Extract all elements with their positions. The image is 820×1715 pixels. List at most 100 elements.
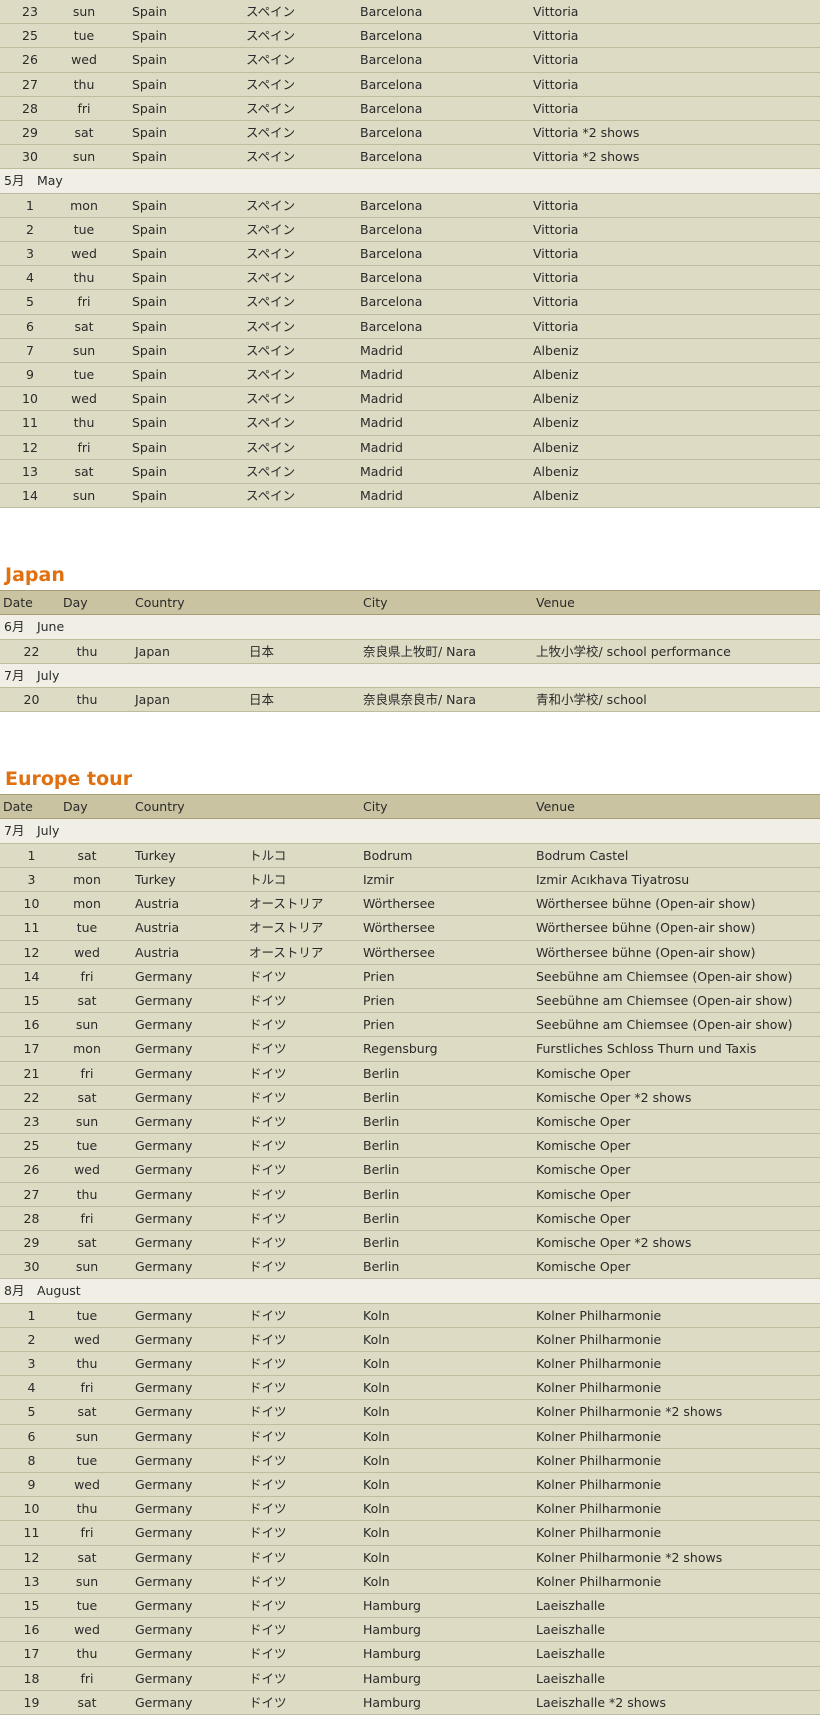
header-day: Day bbox=[63, 794, 111, 820]
table-header-row: Date Day Country City Venue bbox=[0, 590, 820, 616]
month-row: 8月 August bbox=[0, 1278, 820, 1304]
date-cell: 29 bbox=[0, 1230, 63, 1256]
city-cell: Koln bbox=[363, 1448, 536, 1473]
table-row: 12 sat Germany ドイツ Koln Kolner Philharmonie *… bbox=[0, 1545, 820, 1570]
city-cell: Bodrum bbox=[363, 843, 536, 868]
date-cell: 14 bbox=[0, 964, 63, 989]
city-cell: Barcelona bbox=[360, 96, 533, 122]
day-cell: thu bbox=[63, 1182, 111, 1207]
date-cell: 17 bbox=[0, 1036, 63, 1062]
date-cell: 23 bbox=[0, 1109, 63, 1135]
date-cell: 4 bbox=[0, 265, 60, 291]
day-cell: tue bbox=[63, 915, 111, 941]
month-label: 5月 May bbox=[0, 168, 820, 194]
city-cell: Barcelona bbox=[360, 23, 533, 49]
country-cell: Spain bbox=[108, 47, 246, 73]
country-cell: Spain bbox=[108, 410, 246, 436]
date-cell: 11 bbox=[0, 410, 60, 436]
country-cell: Germany bbox=[111, 1254, 249, 1280]
date-cell: 11 bbox=[0, 1520, 63, 1546]
section-title: Europe tour bbox=[5, 768, 133, 791]
venue-cell: Izmir Acıkhava Tiyatrosu bbox=[536, 867, 820, 893]
table-row: 2 tue Spain スペイン Barcelona Vittoria bbox=[0, 217, 820, 243]
country-cell: Spain bbox=[108, 435, 246, 460]
date-cell: 15 bbox=[0, 1593, 63, 1619]
city-cell: Koln bbox=[363, 1303, 536, 1328]
country-cell: Germany bbox=[111, 1157, 249, 1183]
venue-cell: Komische Oper *2 shows bbox=[536, 1230, 820, 1256]
venue-cell: Komische Oper bbox=[536, 1206, 820, 1231]
day-cell: sun bbox=[63, 1424, 111, 1449]
country-jp-cell: スペイン bbox=[246, 289, 360, 315]
city-cell: Barcelona bbox=[360, 0, 533, 25]
country-cell: Germany bbox=[111, 1472, 249, 1498]
venue-cell: Kolner Philharmonie bbox=[536, 1520, 820, 1546]
city-cell: Barcelona bbox=[360, 217, 533, 243]
date-cell: 22 bbox=[0, 1085, 63, 1110]
country-cell: Germany bbox=[111, 1520, 249, 1546]
city-cell: Berlin bbox=[363, 1254, 536, 1280]
venue-cell: Vittoria bbox=[533, 241, 820, 267]
table-row: 13 sat Spain スペイン Madrid Albeniz bbox=[0, 459, 820, 485]
venue-cell: Vittoria *2 shows bbox=[533, 144, 820, 170]
table-row: 22 thu Japan 日本 奈良県上牧町/ Nara 上牧小学校/ school pe… bbox=[0, 639, 820, 664]
city-cell: Izmir bbox=[363, 867, 536, 893]
date-cell: 3 bbox=[0, 1351, 63, 1377]
date-cell: 3 bbox=[0, 241, 60, 267]
day-cell: sat bbox=[60, 314, 108, 339]
day-cell: sun bbox=[63, 1109, 111, 1135]
city-cell: Koln bbox=[363, 1545, 536, 1570]
venue-cell: Kolner Philharmonie bbox=[536, 1472, 820, 1498]
country-cell: Spain bbox=[108, 314, 246, 339]
city-cell: Wörthersee bbox=[363, 915, 536, 941]
schedule-table: Date Day Country City Venue 6月 June 22 thu Japan… bbox=[0, 590, 820, 713]
day-cell: wed bbox=[63, 1327, 111, 1352]
date-cell: 23 bbox=[0, 0, 60, 25]
date-cell: 13 bbox=[0, 1569, 63, 1594]
date-cell: 26 bbox=[0, 47, 60, 73]
month-row: 6月 June bbox=[0, 614, 820, 640]
date-cell: 16 bbox=[0, 1617, 63, 1643]
city-cell: Barcelona bbox=[360, 241, 533, 267]
venue-cell: Vittoria bbox=[533, 289, 820, 315]
venue-cell: Albeniz bbox=[533, 483, 820, 509]
city-cell: 奈良県奈良市/ Nara bbox=[363, 687, 536, 713]
day-cell: sat bbox=[63, 843, 111, 868]
date-cell: 5 bbox=[0, 289, 60, 315]
table-row: 10 thu Germany ドイツ Koln Kolner Philharmonie bbox=[0, 1496, 820, 1522]
country-jp-cell: ドイツ bbox=[249, 1617, 363, 1643]
city-cell: Hamburg bbox=[363, 1666, 536, 1691]
date-cell: 5 bbox=[0, 1399, 63, 1425]
city-cell: Berlin bbox=[363, 1157, 536, 1183]
day-cell: thu bbox=[63, 687, 111, 713]
country-cell: Germany bbox=[111, 1545, 249, 1570]
table-row: 11 tue Austria オーストリア Wörthersee Wörthersee b… bbox=[0, 915, 820, 941]
venue-cell: Komische Oper bbox=[536, 1109, 820, 1135]
date-cell: 1 bbox=[0, 843, 63, 868]
table-row: 29 sat Germany ドイツ Berlin Komische Oper *2 sh… bbox=[0, 1230, 820, 1256]
date-cell: 20 bbox=[0, 687, 63, 713]
date-cell: 30 bbox=[0, 144, 60, 170]
date-cell: 18 bbox=[0, 1666, 63, 1691]
table-row: 27 thu Germany ドイツ Berlin Komische Oper bbox=[0, 1182, 820, 1207]
country-cell: Spain bbox=[108, 217, 246, 243]
venue-cell: Kolner Philharmonie *2 shows bbox=[536, 1399, 820, 1425]
day-cell: sun bbox=[60, 483, 108, 509]
country-jp-cell: スペイン bbox=[246, 0, 360, 25]
city-cell: Prien bbox=[363, 1012, 536, 1038]
city-cell: Barcelona bbox=[360, 47, 533, 73]
table-row: 7 sun Spain スペイン Madrid Albeniz bbox=[0, 338, 820, 364]
date-cell: 27 bbox=[0, 1182, 63, 1207]
day-cell: wed bbox=[63, 1472, 111, 1498]
date-cell: 26 bbox=[0, 1157, 63, 1183]
country-cell: Spain bbox=[108, 338, 246, 364]
day-cell: thu bbox=[63, 1351, 111, 1377]
city-cell: Wörthersee bbox=[363, 940, 536, 965]
country-cell: Spain bbox=[108, 459, 246, 485]
venue-cell: Wörthersee bühne (Open-air show) bbox=[536, 940, 820, 965]
date-cell: 12 bbox=[0, 435, 60, 460]
venue-cell: Vittoria bbox=[533, 265, 820, 291]
table-row: 9 wed Germany ドイツ Koln Kolner Philharmonie bbox=[0, 1472, 820, 1498]
country-jp-cell: ドイツ bbox=[249, 1303, 363, 1328]
date-cell: 17 bbox=[0, 1641, 63, 1667]
